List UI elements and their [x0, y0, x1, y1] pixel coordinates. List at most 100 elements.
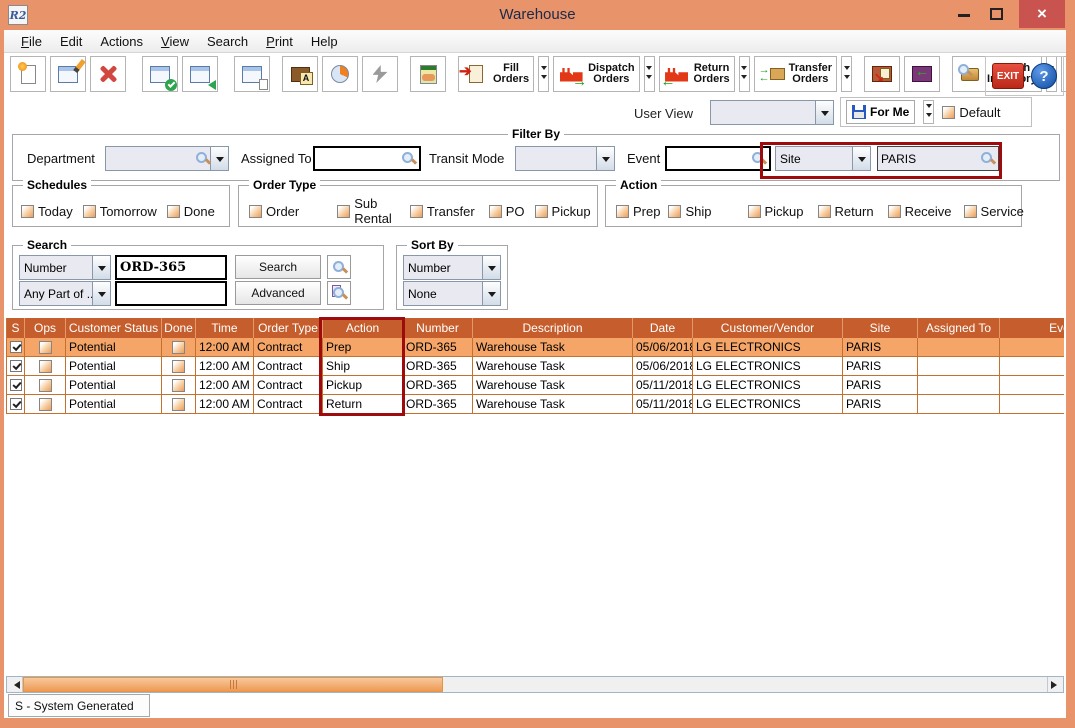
event-input[interactable] [665, 146, 771, 171]
search-button[interactable]: Search [235, 255, 321, 279]
checkin-scan-button[interactable] [904, 56, 940, 92]
pickup-action-checkbox[interactable] [748, 205, 761, 218]
time-button[interactable] [322, 56, 358, 92]
done-checkbox[interactable] [167, 205, 180, 218]
site-activity-button[interactable] [282, 56, 318, 92]
column-header[interactable]: Event [1000, 318, 1064, 338]
receive-checkbox[interactable] [888, 205, 901, 218]
delete-button[interactable] [90, 56, 126, 92]
search-field-combo[interactable]: Number [19, 255, 111, 280]
column-header[interactable]: Number [403, 318, 473, 338]
edit-schedule-button[interactable] [50, 56, 86, 92]
chevron-down-icon[interactable] [482, 282, 500, 305]
ship-checkbox[interactable] [668, 205, 681, 218]
quick-action-button[interactable] [362, 56, 398, 92]
transfer-orders-button[interactable]: →← Transfer Orders [754, 56, 837, 92]
sort-primary-combo[interactable]: Number [403, 255, 501, 280]
match-mode-combo[interactable]: Any Part of ... [19, 281, 111, 306]
column-header[interactable]: Site [843, 318, 918, 338]
po-checkbox[interactable] [489, 205, 502, 218]
horizontal-scrollbar[interactable] [6, 676, 1064, 693]
search-icon[interactable] [401, 151, 416, 166]
site-value-input[interactable]: PARIS [877, 146, 999, 171]
menu-edit[interactable]: Edit [51, 31, 91, 52]
menu-file[interactable]: File [12, 31, 51, 52]
ops-checkbox[interactable] [39, 341, 52, 354]
transit-mode-combo[interactable] [515, 146, 615, 171]
pickup-type-checkbox[interactable] [535, 205, 548, 218]
table-row[interactable]: Potential12:00 AMContractPickupORD-365Wa… [7, 376, 1064, 395]
system-generated-checkbox[interactable] [10, 341, 22, 353]
sub-rental-checkbox[interactable] [337, 205, 350, 218]
ops-checkbox[interactable] [39, 360, 52, 373]
table-row[interactable]: Potential12:00 AMContractShipORD-365Ware… [7, 357, 1064, 376]
done-checkbox[interactable] [172, 360, 185, 373]
chevron-down-icon[interactable] [482, 256, 500, 279]
help-button[interactable]: ? [1031, 63, 1057, 89]
service-checkbox[interactable] [964, 205, 977, 218]
fill-orders-button[interactable]: ➔ Fill Orders [458, 56, 534, 92]
pick-list-button[interactable] [410, 56, 446, 92]
refresh-schedule-button[interactable] [234, 56, 270, 92]
search-value-input[interactable]: ORD-365 [115, 255, 227, 280]
chevron-down-icon[interactable] [852, 147, 870, 170]
menu-actions[interactable]: Actions [91, 31, 152, 52]
user-view-combo[interactable] [710, 100, 834, 125]
prep-checkbox[interactable] [616, 205, 629, 218]
search-icon[interactable] [980, 151, 995, 166]
chevron-down-icon[interactable] [815, 101, 833, 124]
menu-help[interactable]: Help [302, 31, 347, 52]
column-header[interactable]: Ops [25, 318, 66, 338]
transfer-orders-dropdown[interactable] [841, 56, 852, 92]
ops-checkbox[interactable] [39, 398, 52, 411]
advanced-button[interactable]: Advanced [235, 281, 321, 305]
search-value2-input[interactable] [115, 281, 227, 306]
sort-secondary-combo[interactable]: None [403, 281, 501, 306]
column-header[interactable]: Assigned To [918, 318, 1000, 338]
table-row[interactable]: Potential12:00 AMContractReturnORD-365Wa… [7, 395, 1064, 414]
checkout-scan-button[interactable] [864, 56, 900, 92]
column-header[interactable]: Description [473, 318, 633, 338]
tomorrow-checkbox[interactable] [83, 205, 96, 218]
advanced-search-button[interactable] [327, 281, 351, 305]
for-me-dropdown[interactable] [923, 100, 934, 124]
scrollbar-thumb[interactable] [23, 677, 443, 692]
column-header[interactable]: Customer/Vendor [693, 318, 843, 338]
column-header[interactable]: Time [196, 318, 254, 338]
chevron-down-icon[interactable] [92, 256, 110, 279]
menu-search[interactable]: Search [198, 31, 257, 52]
department-combo[interactable] [105, 146, 229, 171]
chevron-down-icon[interactable] [210, 147, 228, 170]
for-me-button[interactable]: For Me [846, 100, 915, 124]
today-checkbox[interactable] [21, 205, 34, 218]
chevron-down-icon[interactable] [92, 282, 110, 305]
scroll-right-icon[interactable] [1047, 677, 1063, 692]
minimize-icon[interactable] [958, 14, 970, 17]
fill-orders-dropdown[interactable] [538, 56, 549, 92]
order-checkbox[interactable] [249, 205, 262, 218]
dispatch-orders-button[interactable]: → Dispatch Orders [553, 56, 639, 92]
ops-checkbox[interactable] [39, 379, 52, 392]
done-checkbox[interactable] [172, 398, 185, 411]
return-orders-button[interactable]: ← Return Orders [659, 56, 735, 92]
done-checkbox[interactable] [172, 379, 185, 392]
column-header[interactable]: Date [633, 318, 693, 338]
chevron-down-icon[interactable] [596, 147, 614, 170]
complete-schedule-button[interactable] [142, 56, 178, 92]
close-icon[interactable]: × [1019, 0, 1065, 28]
scroll-left-icon[interactable] [7, 677, 23, 692]
default-checkbox[interactable] [942, 106, 955, 119]
menu-print[interactable]: Print [257, 31, 302, 52]
menu-view[interactable]: View [152, 31, 198, 52]
system-generated-checkbox[interactable] [10, 379, 22, 391]
column-header[interactable]: S [7, 318, 25, 338]
system-generated-checkbox[interactable] [10, 398, 22, 410]
maximize-icon[interactable] [990, 8, 1003, 20]
transfer-checkbox[interactable] [410, 205, 423, 218]
return-checkbox[interactable] [818, 205, 831, 218]
done-checkbox[interactable] [172, 341, 185, 354]
dispatch-orders-dropdown[interactable] [644, 56, 655, 92]
system-generated-checkbox[interactable] [10, 360, 22, 372]
return-orders-dropdown[interactable] [739, 56, 750, 92]
site-combo[interactable]: Site [775, 146, 871, 171]
